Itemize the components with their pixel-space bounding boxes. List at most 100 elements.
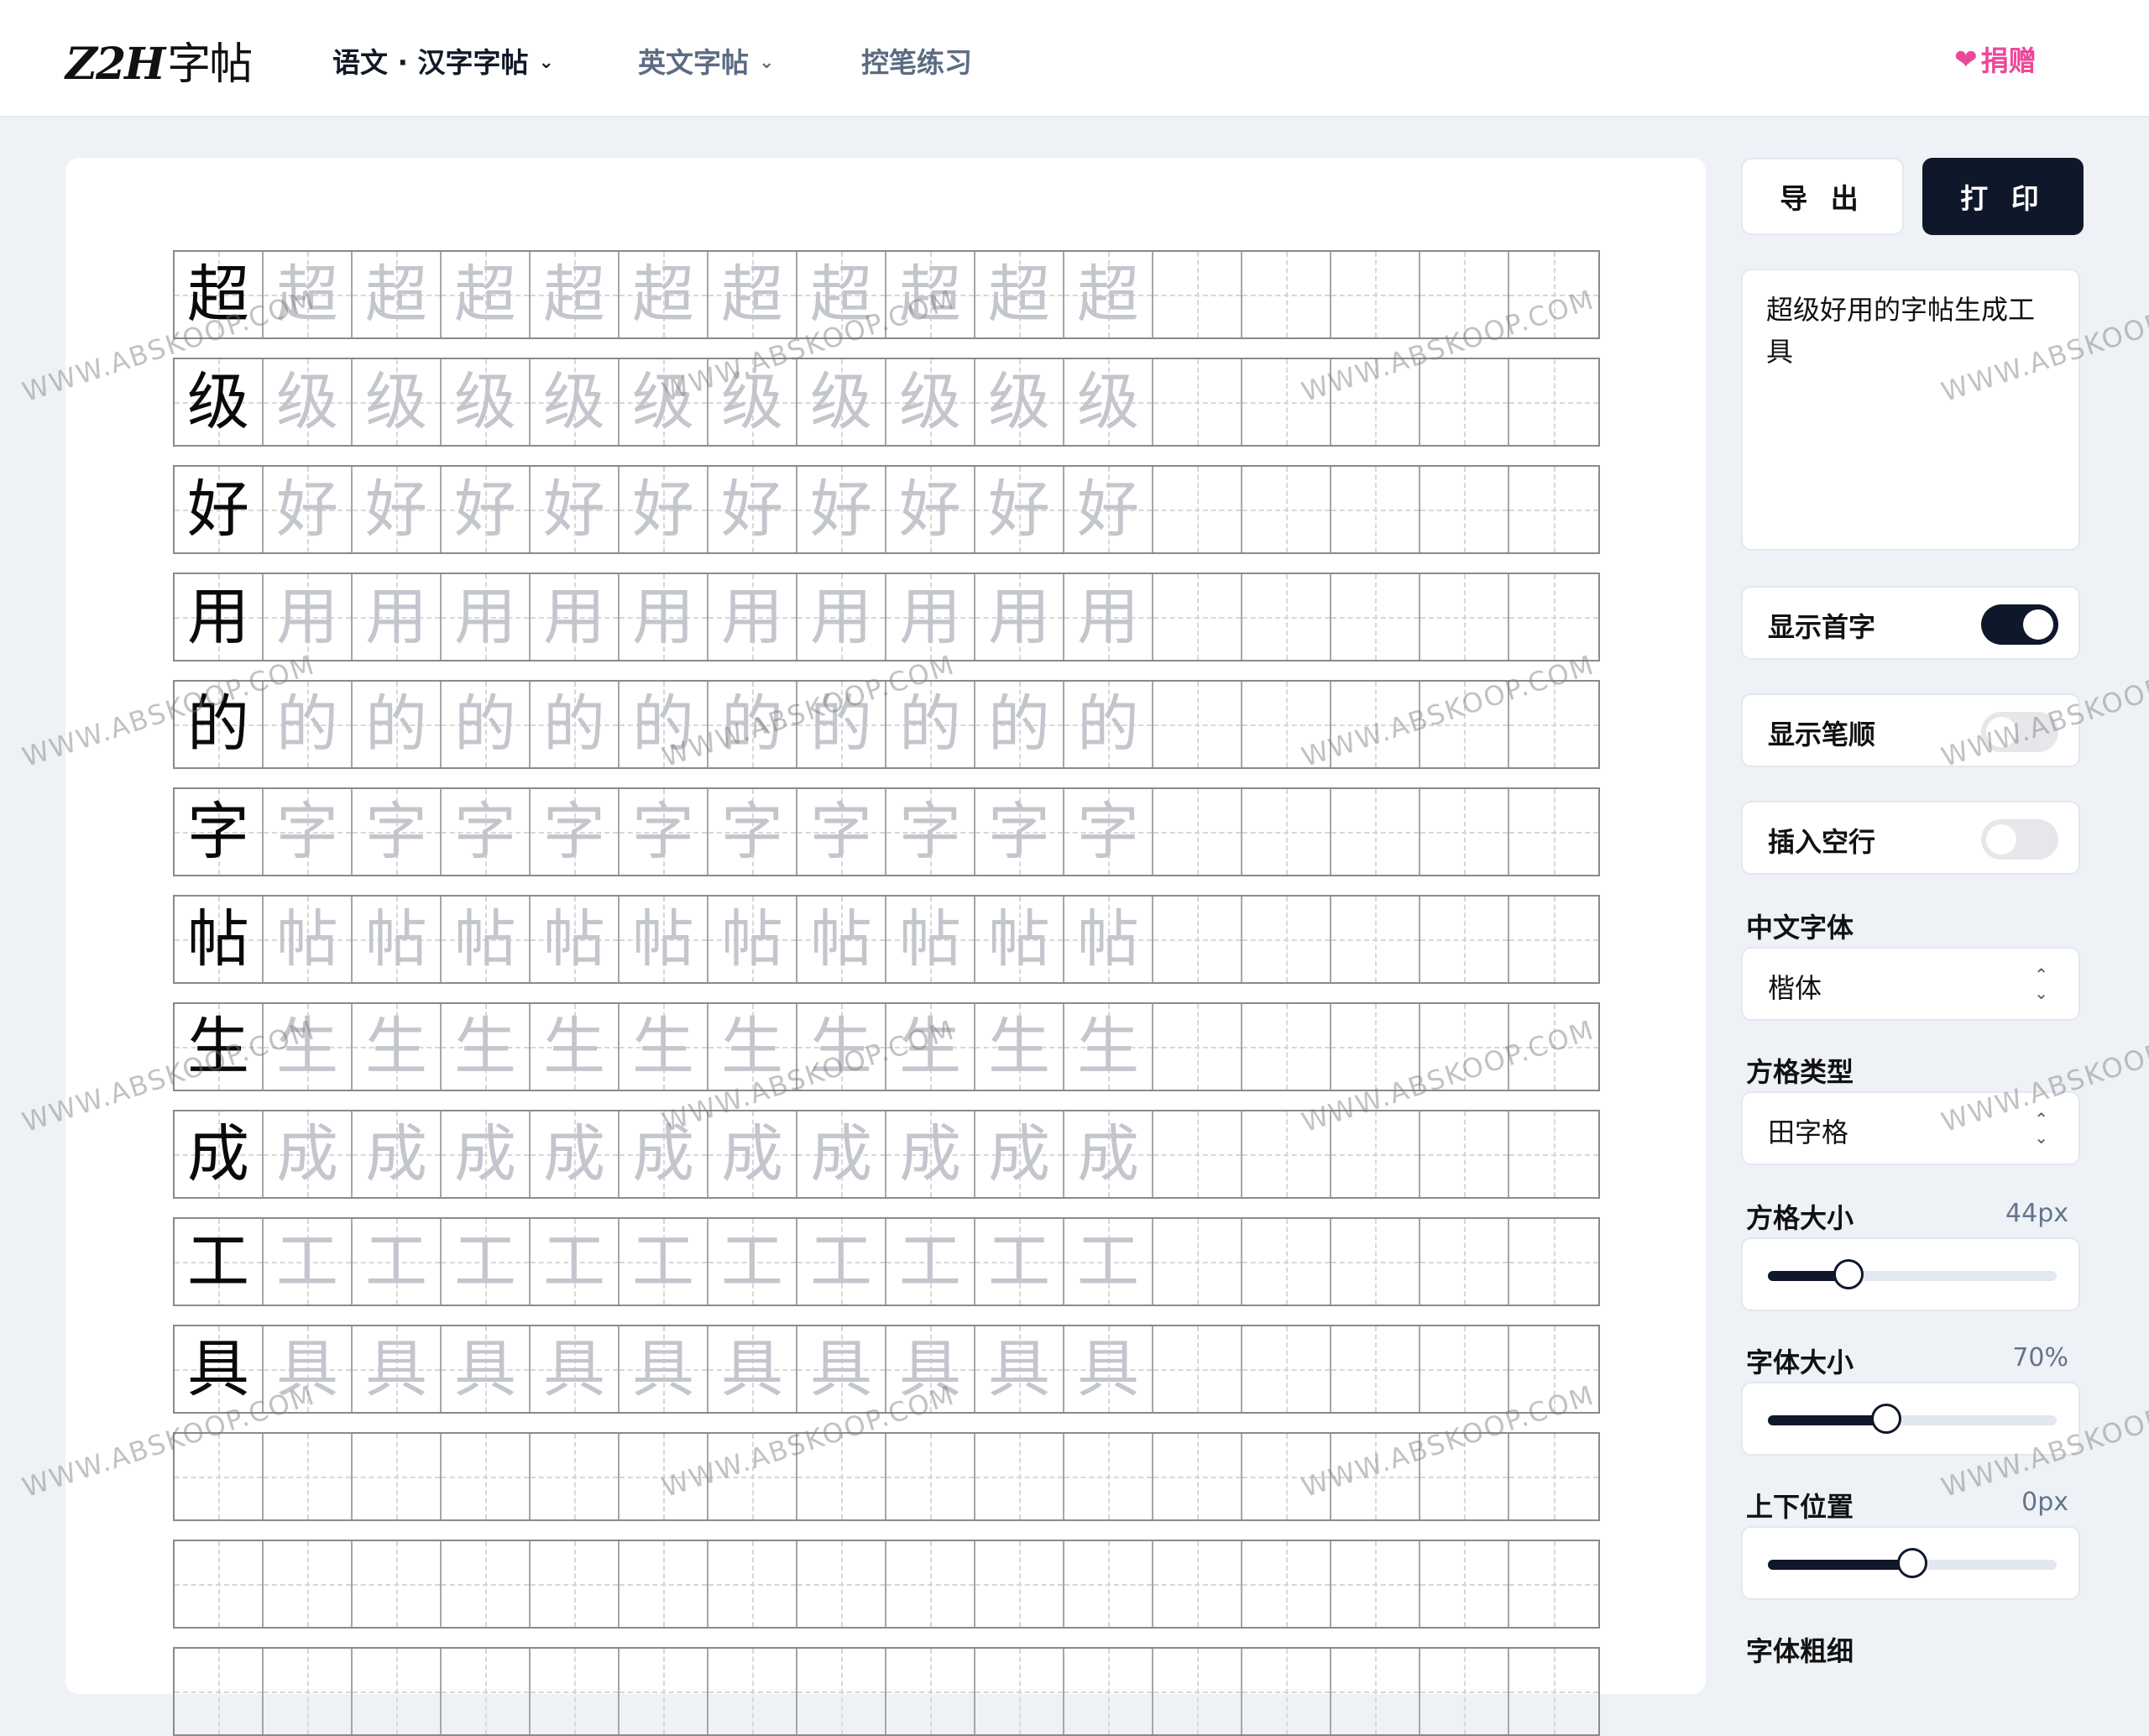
- grid-cell: 用: [620, 574, 708, 660]
- trace-character: 成: [543, 1118, 605, 1190]
- grid-cell: 用: [975, 574, 1064, 660]
- grid-cell: 超: [175, 252, 264, 337]
- grid-type-select[interactable]: 田字格 ⌃ ⌄: [1741, 1091, 2080, 1165]
- grid-cell: [1509, 1111, 1598, 1197]
- slider-thumb[interactable]: [1833, 1259, 1864, 1289]
- grid-cell: 帖: [442, 897, 531, 982]
- worksheet-row: 成成成成成成成成成成成: [173, 1110, 1600, 1199]
- trace-character: 级: [543, 366, 605, 438]
- trace-character: 帖: [543, 903, 605, 975]
- trace-character: 好: [899, 473, 961, 546]
- donate-link[interactable]: ❤ 捐赠: [1954, 39, 2037, 79]
- grid-cell: 成: [353, 1111, 442, 1197]
- font-size-slider[interactable]: [1768, 1404, 2057, 1434]
- grid-cell: [886, 1649, 975, 1734]
- grid-cell: [442, 1541, 531, 1627]
- insert-blank-rows-switch[interactable]: [1981, 819, 2058, 860]
- trace-character: 级: [276, 366, 338, 438]
- grid-cell: 好: [797, 467, 886, 552]
- trace-character: 的: [365, 688, 427, 761]
- grid-cell: [620, 1541, 708, 1627]
- model-character: 级: [187, 366, 249, 438]
- print-button[interactable]: 打 印: [1922, 158, 2084, 235]
- grid-cell: 具: [531, 1326, 620, 1412]
- grid-cell: [1331, 682, 1420, 767]
- grid-cell: 好: [886, 467, 975, 552]
- trace-character: 生: [810, 1011, 872, 1083]
- grid-cell: [1331, 1326, 1420, 1412]
- trace-character: 级: [721, 366, 783, 438]
- grid-cell: 成: [708, 1111, 797, 1197]
- trace-character: 工: [988, 1226, 1050, 1298]
- grid-cell: [797, 1541, 886, 1627]
- grid-cell: [1242, 467, 1331, 552]
- grid-cell: 好: [620, 467, 708, 552]
- nav-chinese-label: 语文 · 汉字字帖: [332, 46, 529, 79]
- trace-character: 工: [454, 1226, 516, 1298]
- grid-size-slider[interactable]: [1768, 1259, 2057, 1289]
- grid-cell: 具: [175, 1326, 264, 1412]
- trace-character: 具: [454, 1333, 516, 1405]
- grid-cell: [1331, 1111, 1420, 1197]
- nav-english-worksheet[interactable]: 英文字帖 ⌄: [638, 40, 774, 81]
- site-logo[interactable]: Z2H字帖: [65, 29, 253, 92]
- grid-cell: 帖: [708, 897, 797, 982]
- grid-cell: 帖: [264, 897, 353, 982]
- grid-cell: 成: [975, 1111, 1064, 1197]
- trace-character: 帖: [810, 903, 872, 975]
- trace-character: 用: [632, 581, 694, 653]
- slider-thumb[interactable]: [1871, 1404, 1902, 1434]
- grid-cell: 用: [264, 574, 353, 660]
- trace-character: 成: [454, 1118, 516, 1190]
- grid-cell: 生: [620, 1004, 708, 1090]
- show-stroke-order-switch[interactable]: [1981, 712, 2058, 752]
- trace-character: 用: [988, 581, 1050, 653]
- grid-cell: 生: [353, 1004, 442, 1090]
- grid-cell: 帖: [886, 897, 975, 982]
- trace-character: 好: [454, 473, 516, 546]
- grid-cell: [1509, 1649, 1598, 1734]
- grid-cell: 具: [620, 1326, 708, 1412]
- select-arrows-icon: ⌃ ⌄: [2034, 1109, 2048, 1148]
- export-button[interactable]: 导 出: [1741, 158, 1904, 235]
- trace-character: 超: [810, 259, 872, 331]
- grid-size-label: 方格大小: [1746, 1202, 1854, 1234]
- grid-cell: 帖: [353, 897, 442, 982]
- grid-cell: 的: [797, 682, 886, 767]
- grid-cell: 超: [708, 252, 797, 337]
- trace-character: 字: [1077, 796, 1139, 868]
- trace-character: 好: [632, 473, 694, 546]
- slider-thumb[interactable]: [1897, 1548, 1927, 1578]
- switch-knob: [2023, 609, 2053, 640]
- grid-cell: 具: [353, 1326, 442, 1412]
- trace-character: 工: [810, 1226, 872, 1298]
- trace-character: 帖: [721, 903, 783, 975]
- grid-cell: 生: [264, 1004, 353, 1090]
- model-character: 帖: [187, 903, 249, 975]
- grid-cell: 工: [620, 1219, 708, 1305]
- grid-cell: [1331, 467, 1420, 552]
- trace-character: 字: [632, 796, 694, 868]
- vertical-position-slider[interactable]: [1768, 1548, 2057, 1578]
- grid-cell: [1331, 1004, 1420, 1090]
- trace-character: 工: [543, 1226, 605, 1298]
- toggle-show-first-char: 显示首字: [1741, 586, 2080, 660]
- font-select[interactable]: 楷体 ⌃ ⌄: [1741, 947, 2080, 1021]
- grid-cell: [1509, 1219, 1598, 1305]
- nav-chinese-worksheet[interactable]: 语文 · 汉字字帖 ⌄: [332, 40, 554, 81]
- trace-character: 成: [276, 1118, 338, 1190]
- grid-cell: [1509, 252, 1598, 337]
- nav-pen-control-practice[interactable]: 控笔练习: [861, 40, 972, 81]
- grid-cell: 帖: [1064, 897, 1153, 982]
- grid-cell: [1242, 574, 1331, 660]
- characters-input[interactable]: 超级好用的字帖生成工具: [1741, 269, 2080, 551]
- grid-cell: 字: [175, 789, 264, 875]
- grid-cell: [1242, 789, 1331, 875]
- grid-cell: 成: [442, 1111, 531, 1197]
- grid-cell: 生: [175, 1004, 264, 1090]
- trace-character: 的: [899, 688, 961, 761]
- show-first-char-switch[interactable]: [1981, 604, 2058, 645]
- model-character: 用: [187, 581, 249, 653]
- grid-cell: 成: [886, 1111, 975, 1197]
- worksheet-row: 生生生生生生生生生生生: [173, 1002, 1600, 1091]
